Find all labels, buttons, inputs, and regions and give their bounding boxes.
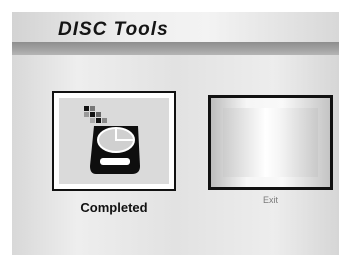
disc-tool-tile[interactable] (52, 91, 176, 191)
page-title: DISC Tools (58, 19, 169, 40)
disc-tools-screen: DISC Tools Completed Exit (12, 12, 339, 255)
exit-tile[interactable] (208, 95, 333, 190)
title-divider (12, 42, 339, 55)
title-bar: DISC Tools (12, 12, 339, 42)
completed-label: Completed (80, 200, 148, 215)
exit-label: Exit (262, 195, 278, 205)
disc-drive-icon (84, 106, 140, 174)
exit-tile-face (223, 108, 318, 177)
disc-tool-tile-face (59, 98, 169, 184)
